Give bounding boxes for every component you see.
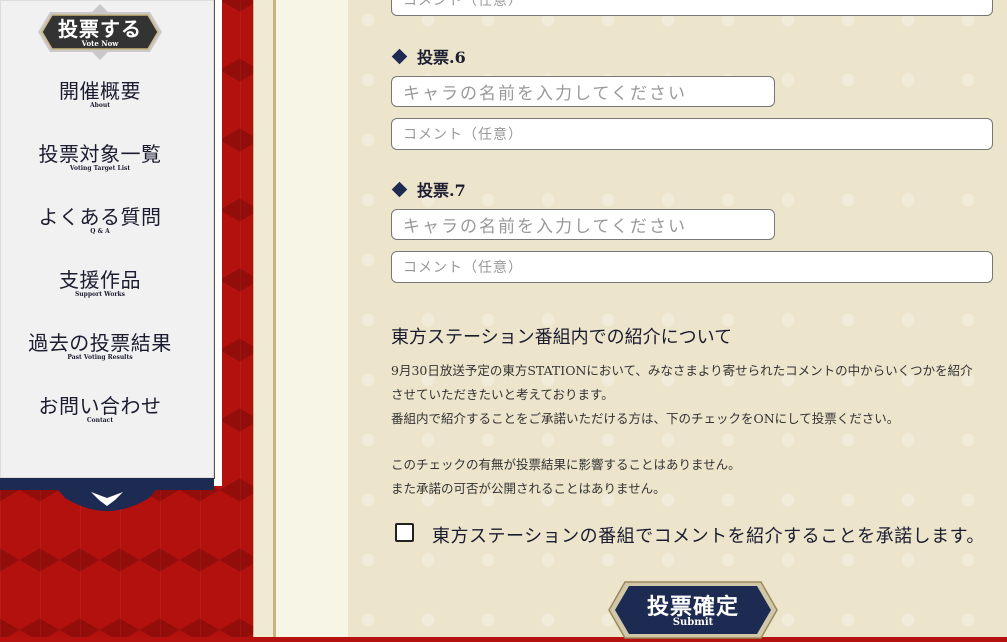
notice-line-3: 番組内で紹介することをご承諾いただける方は、下のチェックをONにして投票ください… [391,411,900,426]
vote-heading-label: 投票.7 [417,181,466,200]
consent-label[interactable]: 東方ステーションの番組でコメントを紹介することを承諾します。 [432,522,985,548]
notice-line-2: させていただきたいと考えております。 [391,387,614,402]
nav-sublabel: Q & A [90,228,110,235]
nav-item-past-results[interactable]: 過去の投票結果 Past Voting Results [0,332,200,362]
nav-sublabel: About [90,102,110,109]
nav-label: よくある質問 [38,205,162,229]
diamond-icon [391,48,408,65]
nav-item-voting-target-list[interactable]: 投票対象一覧 Voting Target List [0,143,200,173]
comment-field-6[interactable]: コメント（任意） [391,118,993,150]
nav-sublabel: Past Voting Results [67,354,133,361]
content-margin [276,0,348,637]
notice-line-4: このチェックの有無が投票結果に影響することはありません。 [391,457,741,472]
nav-label: 開催概要 [59,79,141,103]
vote-heading-label: 投票.6 [417,48,466,67]
nav-item-about[interactable]: 開催概要 About [0,80,200,110]
nav-item-qa[interactable]: よくある質問 Q & A [0,206,200,236]
notice-line-1: 9月30日放送予定の東方STATIONにおいて、みなさまより寄せられたコメントの… [391,363,973,378]
nav-sublabel: Voting Target List [69,165,131,172]
nav-label: お問い合わせ [38,394,162,418]
nav-label: 過去の投票結果 [28,331,172,355]
nav-item-contact[interactable]: お問い合わせ Contact [0,395,200,425]
sidebar-ornament [53,484,161,511]
nav-sublabel: Support Works [74,291,126,298]
vote-heading-6: 投票.6 [391,44,466,68]
character-name-input-6[interactable]: キャラの名前を入力してください [391,76,775,107]
vote-now-label[interactable]: 投票する [40,13,160,42]
submit-sublabel: Submit [672,617,714,628]
comment-field-5[interactable]: コメント（任意） [391,0,993,16]
nav-label: 投票対象一覧 [38,142,162,166]
consent-checkbox[interactable] [395,523,414,542]
nav-item-support-works[interactable]: 支援作品 Support Works [0,269,200,299]
notice-line-5: また承諾の可否が公開されることはありません。 [391,481,666,496]
vote-heading-7: 投票.7 [391,177,466,201]
nav-label: 支援作品 [59,268,141,292]
nav-sublabel: Contact [86,417,114,424]
notice-title: 東方ステーション番組内での紹介について [391,327,733,348]
diamond-icon [391,181,408,198]
vote-now-sublabel: Vote Now [81,39,119,48]
character-name-input-7[interactable]: キャラの名前を入力してください [391,209,775,240]
comment-field-7[interactable]: コメント（任意） [391,251,993,283]
